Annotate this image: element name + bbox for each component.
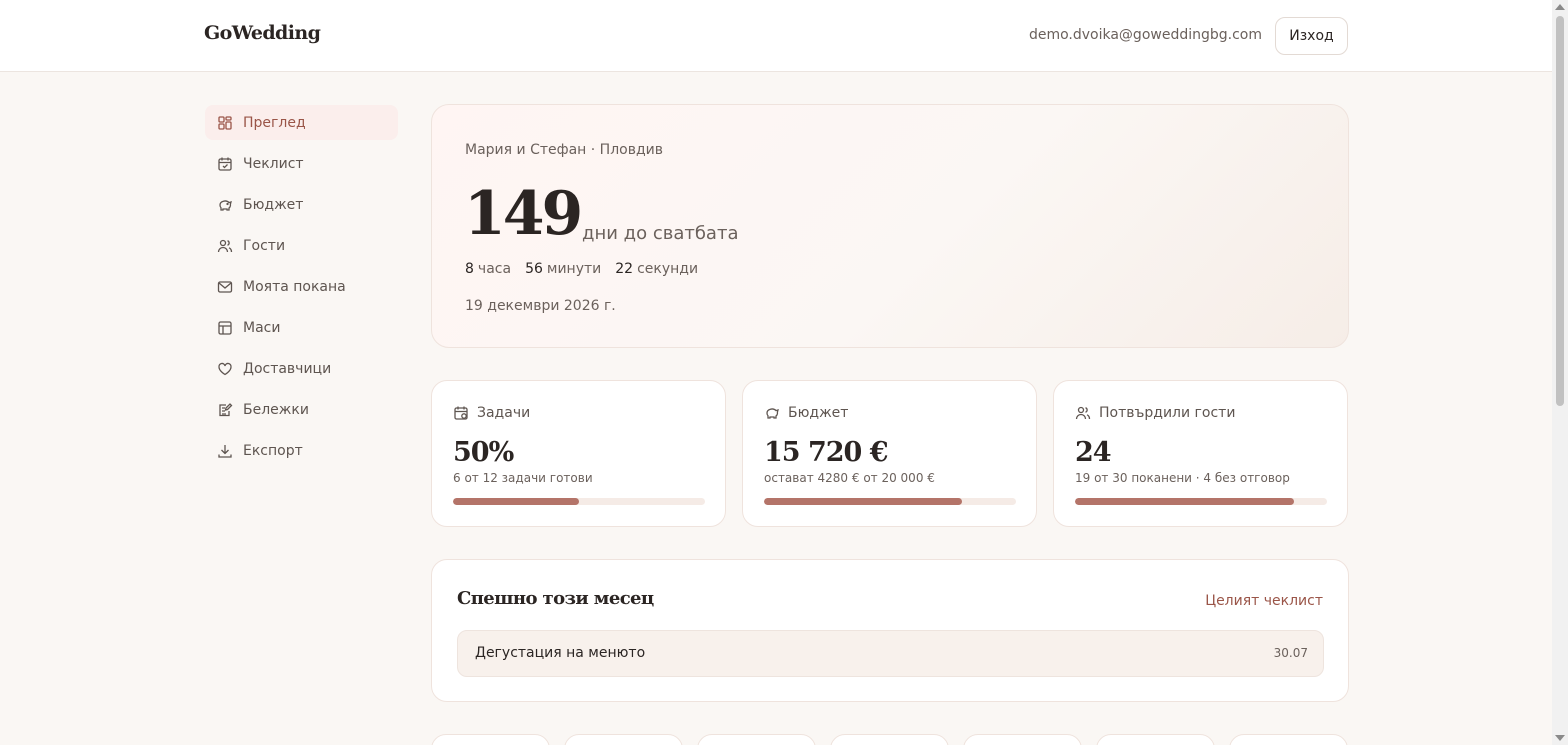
guests-card[interactable]: Потвърдили гости 24 19 от 30 поканени · …: [1053, 380, 1348, 527]
page-scrollbar[interactable]: [1552, 0, 1568, 745]
sidebar-item-label: Преглед: [243, 114, 306, 131]
sidebar-item-budget[interactable]: Бюджет: [205, 187, 398, 222]
tasks-summary: 6 от 12 задачи готови: [453, 471, 593, 485]
quick-link-card[interactable]: [564, 734, 683, 745]
sidebar-item-checklist[interactable]: Чеклист: [205, 146, 398, 181]
countdown-hero: Мария и Стефан · Пловдив 149 дни до сват…: [431, 104, 1349, 348]
budget-card[interactable]: Бюджет 15 720 € остават 4280 € от 20 000…: [742, 380, 1037, 527]
budget-card-header: Бюджет: [764, 405, 848, 421]
urgent-this-month: Спешно този месец Целият чеклист Дегуста…: [431, 559, 1349, 702]
full-checklist-link[interactable]: Целият чеклист: [1205, 593, 1323, 609]
sidebar-item-export[interactable]: Експорт: [205, 433, 398, 468]
table-icon: [218, 320, 232, 335]
budget-progress-fill: [764, 498, 963, 505]
wedding-date: 19 декември 2026 г.: [465, 298, 616, 314]
sidebar-item-notes[interactable]: Бележки: [205, 392, 398, 427]
sidebar-item-overview[interactable]: Преглед: [205, 105, 398, 140]
guests-progress-bar: [1075, 498, 1327, 505]
scroll-down-arrow-icon[interactable]: [1555, 735, 1565, 741]
scroll-thumb[interactable]: [1556, 16, 1564, 406]
sidebar-item-guests[interactable]: Гости: [205, 228, 398, 263]
task-name: Дегустация на менюто: [475, 645, 646, 661]
top-bar: GoWedding demo.dvoika@goweddingbg.com Из…: [0, 0, 1552, 72]
budget-spent: 15 720 €: [764, 437, 889, 468]
sidebar-item-label: Бюджет: [243, 196, 304, 213]
users-icon: [217, 239, 233, 252]
sidebar-item-tables[interactable]: Маси: [205, 310, 398, 345]
budget-progress-bar: [764, 498, 1016, 505]
sidebar-item-label: Експорт: [243, 442, 303, 459]
brand-logo[interactable]: GoWedding: [204, 22, 321, 44]
sidebar-item-label: Чеклист: [243, 155, 304, 172]
days-counter: 149: [464, 179, 583, 249]
download-icon: [218, 444, 232, 458]
quick-link-card[interactable]: [963, 734, 1082, 745]
sidebar-item-label: Моята покана: [243, 278, 346, 295]
tasks-card-header: Задачи: [453, 405, 530, 421]
confirmed-guests-count: 24: [1075, 437, 1112, 468]
time-remaining: 8 часа 56 минути 22 секунди: [465, 261, 698, 277]
tasks-card-title: Задачи: [477, 405, 531, 421]
guests-progress-fill: [1075, 498, 1295, 505]
sidebar-item-label: Маси: [243, 319, 281, 336]
task-row[interactable]: Дегустация на менюто 30.07: [457, 630, 1324, 677]
piggy-bank-icon: [766, 408, 779, 419]
calendar-icon: [454, 406, 468, 420]
users-icon: [1075, 406, 1091, 420]
guests-summary: 19 от 30 поканени · 4 без отговор: [1075, 471, 1290, 485]
budget-summary: остават 4280 € от 20 000 €: [764, 471, 935, 485]
quick-link-card[interactable]: [1229, 734, 1348, 745]
sidebar-item-vendors[interactable]: Доставчици: [205, 351, 398, 386]
sidebar-item-label: Доставчици: [243, 360, 332, 377]
sidebar-item-label: Бележки: [243, 401, 309, 418]
mail-icon: [217, 280, 233, 293]
calendar-check-icon: [218, 157, 232, 171]
heart-icon: [218, 362, 232, 375]
tasks-percent: 50%: [453, 437, 514, 468]
scroll-up-arrow-icon[interactable]: [1555, 4, 1565, 10]
sidebar-nav: Преглед Чеклист Бюджет Гости Моята покан…: [205, 105, 398, 474]
days-label: дни до сватбата: [582, 223, 739, 244]
seconds-remaining: 22 секунди: [615, 261, 699, 277]
notebook-icon: [219, 402, 233, 416]
hours-remaining: 8 часа: [465, 261, 512, 277]
couple-location: Мария и Стефан · Пловдив: [465, 142, 663, 158]
tasks-progress-fill: [453, 498, 579, 505]
minutes-remaining: 56 минути: [525, 261, 602, 277]
dashboard-icon: [218, 115, 232, 130]
guests-card-header: Потвърдили гости: [1075, 405, 1235, 421]
sidebar-item-invitation[interactable]: Моята покана: [205, 269, 398, 304]
user-email: demo.dvoika@goweddingbg.com: [1028, 27, 1262, 43]
piggy-bank-icon: [219, 199, 232, 211]
section-title: Спешно този месец: [457, 588, 654, 609]
quick-link-card[interactable]: [431, 734, 550, 745]
quick-link-card[interactable]: [697, 734, 816, 745]
quick-link-card[interactable]: [830, 734, 949, 745]
sidebar-item-label: Гости: [243, 237, 286, 254]
tasks-card[interactable]: Задачи 50% 6 от 12 задачи готови: [431, 380, 726, 527]
guests-card-title: Потвърдили гости: [1099, 405, 1236, 421]
budget-card-title: Бюджет: [788, 405, 849, 421]
task-due-date: 30.07: [1273, 646, 1308, 660]
logout-button[interactable]: Изход: [1275, 17, 1348, 55]
quick-link-card[interactable]: [1096, 734, 1215, 745]
tasks-progress-bar: [453, 498, 705, 505]
